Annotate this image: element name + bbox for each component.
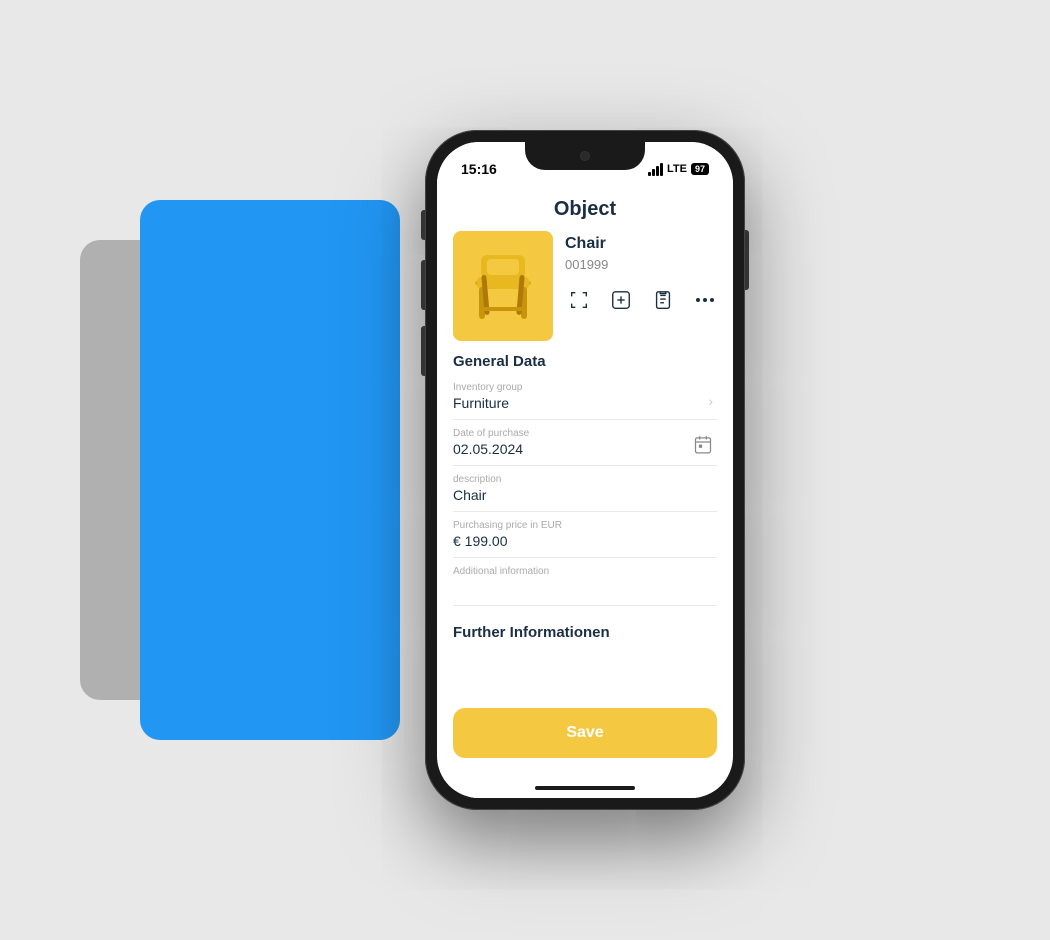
date-of-purchase-field[interactable]: Date of purchase 02.05.2024 (453, 428, 717, 466)
object-image (453, 231, 553, 341)
volume-down-button (421, 326, 425, 376)
calendar-icon-button[interactable] (693, 434, 713, 459)
action-icons (565, 286, 719, 314)
inventory-group-value: Furniture (453, 395, 717, 411)
additional-info-field[interactable]: Additional information (453, 566, 717, 606)
inventory-group-label: Inventory group (453, 382, 717, 393)
signal-bar-3 (656, 166, 659, 176)
additional-info-value (453, 579, 717, 597)
scan-icon-button[interactable] (565, 286, 593, 314)
additional-info-label: Additional information (453, 566, 717, 577)
purchasing-price-label: Purchasing price in EUR (453, 520, 717, 531)
more-icon (696, 298, 714, 302)
status-icons: LTE 97 (648, 163, 709, 176)
home-bar (535, 786, 635, 790)
description-value: Chair (453, 487, 717, 503)
inventory-group-field[interactable]: Inventory group Furniture › (453, 382, 717, 420)
chair-illustration (463, 241, 543, 331)
chevron-right-icon: › (708, 393, 713, 409)
add-icon (610, 289, 632, 311)
signal-bar-4 (660, 163, 663, 176)
status-time: 15:16 (461, 161, 497, 177)
save-button-container: Save (437, 698, 733, 778)
app-title: Object (437, 186, 733, 231)
more-button[interactable] (691, 286, 719, 314)
general-data-title: General Data (453, 353, 717, 370)
power-button (745, 230, 749, 290)
volume-up-button (421, 260, 425, 310)
further-title: Further Informationen (453, 624, 717, 641)
scan-icon (568, 289, 590, 311)
lte-text: LTE (667, 163, 687, 175)
list-icon (652, 289, 674, 311)
object-name: Chair (565, 235, 719, 253)
date-of-purchase-label: Date of purchase (453, 428, 717, 439)
calendar-icon (693, 434, 713, 454)
purchasing-price-field[interactable]: Purchasing price in EUR € 199.00 (453, 520, 717, 558)
scroll-content[interactable]: General Data Inventory group Furniture ›… (437, 349, 733, 698)
phone-outer: 15:16 LTE 97 Object (425, 130, 745, 810)
home-indicator (437, 778, 733, 798)
object-id: 001999 (565, 257, 719, 272)
battery-badge: 97 (691, 163, 709, 175)
object-info: Chair 001999 (565, 231, 719, 314)
description-field[interactable]: description Chair (453, 474, 717, 512)
phone-mockup: 15:16 LTE 97 Object (425, 130, 745, 810)
signal-bars (648, 163, 663, 176)
purchasing-price-value: € 199.00 (453, 533, 717, 549)
add-icon-button[interactable] (607, 286, 635, 314)
further-section: Further Informationen (453, 614, 717, 645)
save-button[interactable]: Save (453, 708, 717, 758)
background-decoration (80, 160, 400, 780)
date-of-purchase-value: 02.05.2024 (453, 441, 717, 457)
mute-button (421, 210, 425, 240)
blue-shape (140, 200, 400, 740)
list-icon-button[interactable] (649, 286, 677, 314)
signal-bar-1 (648, 172, 651, 176)
notch (525, 142, 645, 170)
phone-screen: 15:16 LTE 97 Object (437, 142, 733, 798)
object-card: Chair 001999 (453, 231, 717, 341)
description-label: description (453, 474, 717, 485)
camera (580, 151, 590, 161)
signal-bar-2 (652, 169, 655, 176)
